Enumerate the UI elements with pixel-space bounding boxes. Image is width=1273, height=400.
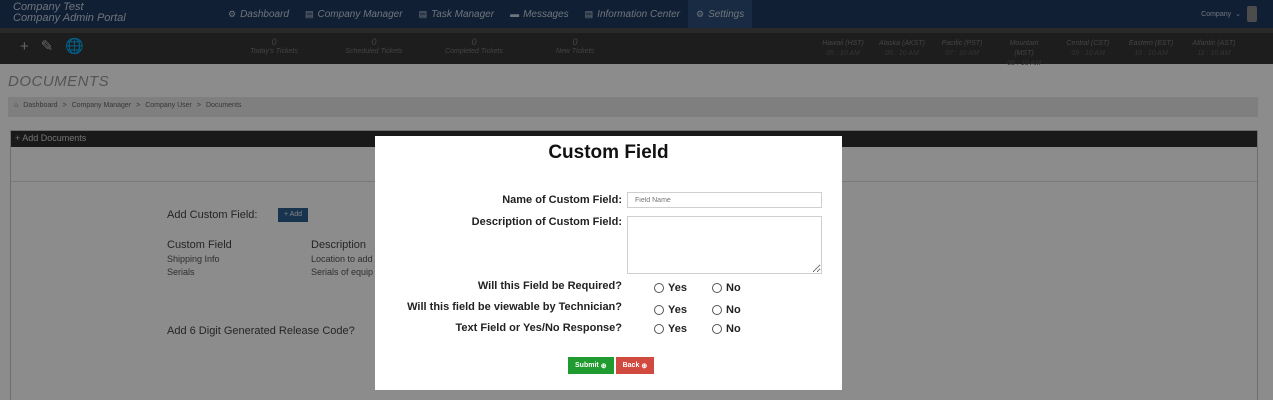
technician-question-label: Will this field be viewable by Technicia… bbox=[407, 301, 622, 313]
radio-label: No bbox=[726, 282, 741, 294]
radio-label: No bbox=[726, 323, 741, 335]
modal-title: Custom Field bbox=[548, 142, 669, 163]
technician-yes-radio[interactable]: Yes bbox=[654, 304, 687, 316]
back-label: Back bbox=[622, 362, 640, 369]
description-field-label: Description of Custom Field: bbox=[471, 216, 622, 228]
modal-actions: Submit ⊕ Back ⊕ bbox=[568, 357, 655, 374]
radio-label: Yes bbox=[668, 304, 687, 316]
technician-no-radio[interactable]: No bbox=[712, 304, 741, 316]
field-name-input[interactable] bbox=[627, 192, 822, 208]
radio-circle bbox=[654, 283, 664, 293]
name-field-label: Name of Custom Field: bbox=[502, 194, 622, 206]
response-type-no-radio[interactable]: No bbox=[712, 323, 741, 335]
submit-label: Submit bbox=[575, 362, 599, 369]
back-button[interactable]: Back ⊕ bbox=[615, 357, 655, 374]
radio-circle bbox=[712, 283, 722, 293]
required-no-radio[interactable]: No bbox=[712, 282, 741, 294]
description-textarea[interactable] bbox=[627, 216, 822, 274]
submit-button[interactable]: Submit ⊕ bbox=[568, 357, 614, 374]
radio-label: Yes bbox=[668, 282, 687, 294]
radio-circle bbox=[712, 324, 722, 334]
radio-circle bbox=[654, 305, 664, 315]
response-type-yes-radio[interactable]: Yes bbox=[654, 323, 687, 335]
required-question-label: Will this Field be Required? bbox=[477, 280, 622, 292]
circle-arrow-icon: ⊕ bbox=[641, 362, 648, 370]
radio-label: No bbox=[726, 304, 741, 316]
radio-circle bbox=[712, 305, 722, 315]
required-yes-radio[interactable]: Yes bbox=[654, 282, 687, 294]
response-type-question-label: Text Field or Yes/No Response? bbox=[455, 322, 622, 334]
custom-field-modal: Custom Field Name of Custom Field: Descr… bbox=[375, 136, 842, 390]
circle-arrow-icon: ⊕ bbox=[600, 362, 607, 370]
radio-label: Yes bbox=[668, 323, 687, 335]
radio-circle bbox=[654, 324, 664, 334]
